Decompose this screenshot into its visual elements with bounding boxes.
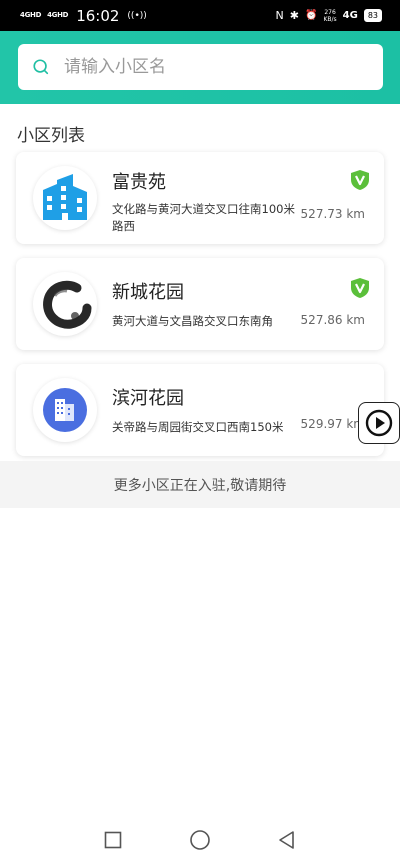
battery-level: 83 <box>367 10 378 20</box>
system-nav-bar <box>0 814 400 866</box>
office-building-logo <box>33 378 97 442</box>
community-name: 滨河花园 <box>112 388 184 409</box>
status-left: 4GHD 4GHD 16:02 ((•)) <box>20 7 147 25</box>
header <box>0 31 400 104</box>
building-logo <box>33 166 97 230</box>
verified-shield-icon <box>351 278 369 298</box>
back-button[interactable] <box>272 825 302 855</box>
community-address: 文化路与黄河大道交叉口往南100米路西 <box>112 202 295 233</box>
triangle-back-icon <box>278 831 294 849</box>
signal-1: 4GHD <box>20 11 42 19</box>
search-box[interactable] <box>18 44 383 90</box>
signal-2: 4GHD <box>47 11 69 19</box>
floating-play-button[interactable] <box>358 402 400 444</box>
community-card[interactable]: 富贵苑 文化路与黄河大道交叉口往南100米路西 527.73 km <box>16 152 384 244</box>
community-distance: 527.86 km <box>300 313 365 327</box>
status-right: N ✱ ⏰ 276 KB/s 4G 83 <box>276 9 382 23</box>
community-name: 新城花园 <box>112 282 184 303</box>
status-time: 16:02 <box>76 6 120 25</box>
more-communities-note: 更多小区正在入驻,敬请期待 <box>0 461 400 508</box>
community-distance: 527.73 km <box>300 207 365 221</box>
community-card[interactable]: 新城花园 黄河大道与文昌路交叉口东南角 527.86 km <box>16 258 384 350</box>
community-card[interactable]: 滨河花园 关帝路与周园街交叉口西南150米 529.97 km <box>16 364 384 456</box>
search-input[interactable] <box>64 57 354 77</box>
section-title: 小区列表 <box>17 126 85 146</box>
play-icon <box>365 409 393 437</box>
community-address: 关帝路与周园街交叉口西南150米 <box>112 420 284 434</box>
community-name: 富贵苑 <box>112 172 166 193</box>
square-icon <box>105 831 122 849</box>
speed-value: 276 <box>324 8 336 16</box>
recent-apps-button[interactable] <box>98 825 128 855</box>
battery-icon: 83 <box>363 9 382 22</box>
status-bar: 4GHD 4GHD 16:02 ((•)) N ✱ ⏰ 276 KB/s 4G … <box>0 0 400 31</box>
nfc-icon: N <box>275 9 284 22</box>
ink-circle-logo <box>33 272 97 336</box>
bluetooth-icon: ✱ <box>289 9 299 22</box>
speed-unit: KB/s <box>323 15 337 23</box>
search-icon <box>33 59 49 75</box>
alarm-icon: ⏰ <box>304 10 318 21</box>
circle-icon <box>190 830 210 850</box>
hotspot-icon: ((•)) <box>127 10 147 21</box>
community-address: 黄河大道与文昌路交叉口东南角 <box>112 314 273 328</box>
network-speed: 276 KB/s <box>323 9 336 23</box>
more-note-text: 更多小区正在入驻,敬请期待 <box>113 477 287 494</box>
home-button[interactable] <box>185 825 215 855</box>
verified-shield-icon <box>351 170 369 190</box>
community-distance: 529.97 km <box>300 417 365 431</box>
network-type: 4G <box>342 10 358 21</box>
